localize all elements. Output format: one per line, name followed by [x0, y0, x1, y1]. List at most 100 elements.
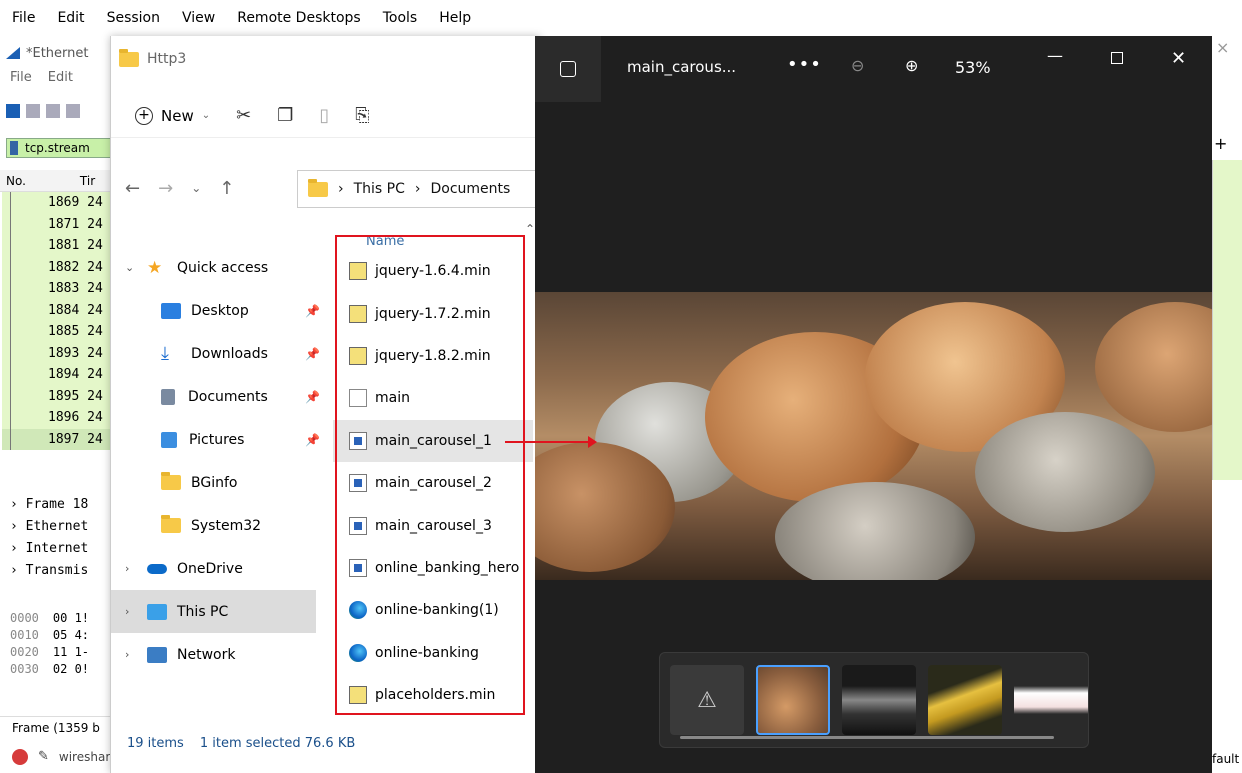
- zoom-out-icon[interactable]: ⊖: [851, 56, 864, 75]
- forward-arrow-icon[interactable]: →: [158, 178, 173, 199]
- copy-icon[interactable]: ❐: [277, 105, 293, 126]
- packet-row[interactable]: 1883 24: [0, 278, 120, 300]
- ws-menu-edit[interactable]: Edit: [48, 70, 73, 85]
- packet-row[interactable]: 1882 24: [0, 256, 120, 278]
- display-filter-input[interactable]: tcp.stream: [6, 138, 118, 158]
- nav-bginfo[interactable]: BGinfo: [111, 461, 326, 504]
- minimize-icon[interactable]: —: [1047, 46, 1063, 65]
- capture-status-icon[interactable]: [12, 748, 28, 765]
- tree-item[interactable]: › Frame 18: [0, 494, 120, 516]
- chevron-down-icon[interactable]: ⌄: [125, 261, 147, 274]
- desktop-icon: [161, 302, 181, 319]
- start-capture-icon[interactable]: [6, 104, 20, 118]
- thumbnail[interactable]: [842, 665, 916, 735]
- wireshark-title: *Ethernet: [0, 40, 120, 66]
- menu-help[interactable]: Help: [439, 10, 471, 26]
- col-time[interactable]: Tir: [80, 174, 95, 188]
- nav-desktop[interactable]: Desktop 📌: [111, 289, 326, 332]
- packet-row[interactable]: 1893 24: [0, 342, 120, 364]
- back-arrow-icon[interactable]: ←: [125, 178, 140, 199]
- rename-icon[interactable]: ⎘: [355, 105, 369, 126]
- edit-comment-icon[interactable]: ✎: [38, 749, 49, 764]
- up-arrow-icon[interactable]: ↑: [219, 178, 234, 199]
- stop-capture-icon[interactable]: [26, 104, 40, 118]
- breadcrumb-documents[interactable]: Documents: [431, 181, 511, 197]
- packet-row[interactable]: 1869 24: [0, 192, 120, 214]
- pin-icon: 📌: [305, 389, 320, 404]
- packet-row[interactable]: 1884 24: [0, 299, 120, 321]
- scroll-up-icon[interactable]: ⌃: [525, 222, 535, 236]
- wireshark-toolbar: [6, 104, 80, 118]
- paste-icon[interactable]: ▯: [319, 105, 329, 126]
- navigation-pane: ⌄ ★ Quick access Desktop 📌 ⤓ Downloads 📌…: [111, 246, 326, 676]
- explorer-title: Http3: [111, 44, 186, 74]
- menu-file[interactable]: File: [12, 10, 35, 26]
- cut-icon[interactable]: ✂: [236, 105, 251, 126]
- filmstrip: ⚠: [659, 652, 1089, 748]
- breadcrumb-this-pc[interactable]: This PC: [354, 181, 405, 197]
- profile-label: fault: [1212, 752, 1240, 766]
- chevron-right-icon[interactable]: ›: [125, 648, 147, 661]
- pin-icon: 📌: [305, 303, 320, 318]
- packet-row[interactable]: 1881 24: [0, 235, 120, 257]
- breadcrumb-separator: ›: [338, 181, 344, 197]
- tree-item[interactable]: › Internet: [0, 538, 120, 560]
- nav-documents[interactable]: Documents 📌: [111, 375, 326, 418]
- tree-item[interactable]: › Ethernet: [0, 516, 120, 538]
- shark-fin-icon: [6, 47, 20, 59]
- menu-session[interactable]: Session: [107, 10, 160, 26]
- packet-row[interactable]: 1871 24: [0, 213, 120, 235]
- col-no[interactable]: No.: [6, 174, 26, 188]
- more-options-icon[interactable]: •••: [787, 54, 822, 75]
- packet-row[interactable]: 1894 24: [0, 364, 120, 386]
- zoom-level[interactable]: 53%: [955, 58, 991, 77]
- close-icon[interactable]: ✕: [1171, 48, 1186, 69]
- chevron-right-icon[interactable]: ›: [125, 562, 147, 575]
- thumbnail-selected[interactable]: [756, 665, 830, 735]
- packet-list-header: No. Tir: [0, 170, 120, 192]
- packet-row-selected[interactable]: 1897 24: [0, 428, 120, 450]
- folder-icon: [308, 178, 328, 197]
- options-icon[interactable]: [66, 104, 80, 118]
- add-icon[interactable]: +: [1214, 134, 1227, 153]
- new-button[interactable]: + New ⌄: [135, 106, 211, 125]
- packet-row[interactable]: 1896 24: [0, 407, 120, 429]
- ws-menu-file[interactable]: File: [10, 70, 32, 85]
- zoom-in-icon[interactable]: ⊕: [905, 56, 918, 75]
- packet-row[interactable]: 1885 24: [0, 321, 120, 343]
- download-icon: ⤓: [161, 342, 169, 364]
- star-icon: ★: [147, 257, 163, 278]
- hex-row: 0020 11 1-: [10, 645, 90, 659]
- nav-this-pc[interactable]: › This PC: [111, 590, 316, 633]
- thumbnail[interactable]: [1014, 665, 1088, 735]
- nav-network[interactable]: › Network: [111, 633, 326, 676]
- menu-tools[interactable]: Tools: [383, 10, 418, 26]
- address-bar[interactable]: › This PC › Documents: [297, 170, 557, 208]
- thumbnail[interactable]: [928, 665, 1002, 735]
- tree-item[interactable]: › Transmis: [0, 560, 120, 582]
- chevron-right-icon[interactable]: ›: [125, 605, 147, 618]
- nav-pictures[interactable]: Pictures 📌: [111, 418, 326, 461]
- filmstrip-scrollbar[interactable]: [680, 736, 1054, 739]
- nav-onedrive[interactable]: › OneDrive: [111, 547, 326, 590]
- menu-remote-desktops[interactable]: Remote Desktops: [237, 10, 361, 26]
- hex-row: 0030 02 0!: [10, 662, 90, 676]
- packet-list: 1869 24 1871 24 1881 24 1882 24 1883 24 …: [0, 192, 120, 450]
- maximize-icon[interactable]: [1111, 52, 1123, 64]
- pictures-icon: [161, 431, 177, 448]
- nav-system32[interactable]: System32: [111, 504, 326, 547]
- breadcrumb-separator: ›: [414, 181, 421, 197]
- chevron-down-icon: ⌄: [201, 110, 211, 121]
- photos-app-icon[interactable]: [535, 36, 601, 102]
- thumbnail-placeholder[interactable]: ⚠: [670, 665, 744, 735]
- packet-row[interactable]: 1895 24: [0, 385, 120, 407]
- restart-capture-icon[interactable]: [46, 104, 60, 118]
- menu-view[interactable]: View: [182, 10, 215, 26]
- packet-bytes: 0000 00 1! 0010 05 4: 0020 11 1- 0030 02 0!: [0, 610, 120, 678]
- close-icon[interactable]: ×: [1216, 38, 1229, 57]
- recent-chevron-icon[interactable]: ⌄: [191, 181, 201, 195]
- nav-quick-access[interactable]: ⌄ ★ Quick access: [111, 246, 326, 289]
- photos-window: main_carous... ••• ⊖ ⊕ 53% — ✕ ⚠: [535, 36, 1212, 773]
- nav-downloads[interactable]: ⤓ Downloads 📌: [111, 332, 326, 375]
- menu-edit[interactable]: Edit: [57, 10, 84, 26]
